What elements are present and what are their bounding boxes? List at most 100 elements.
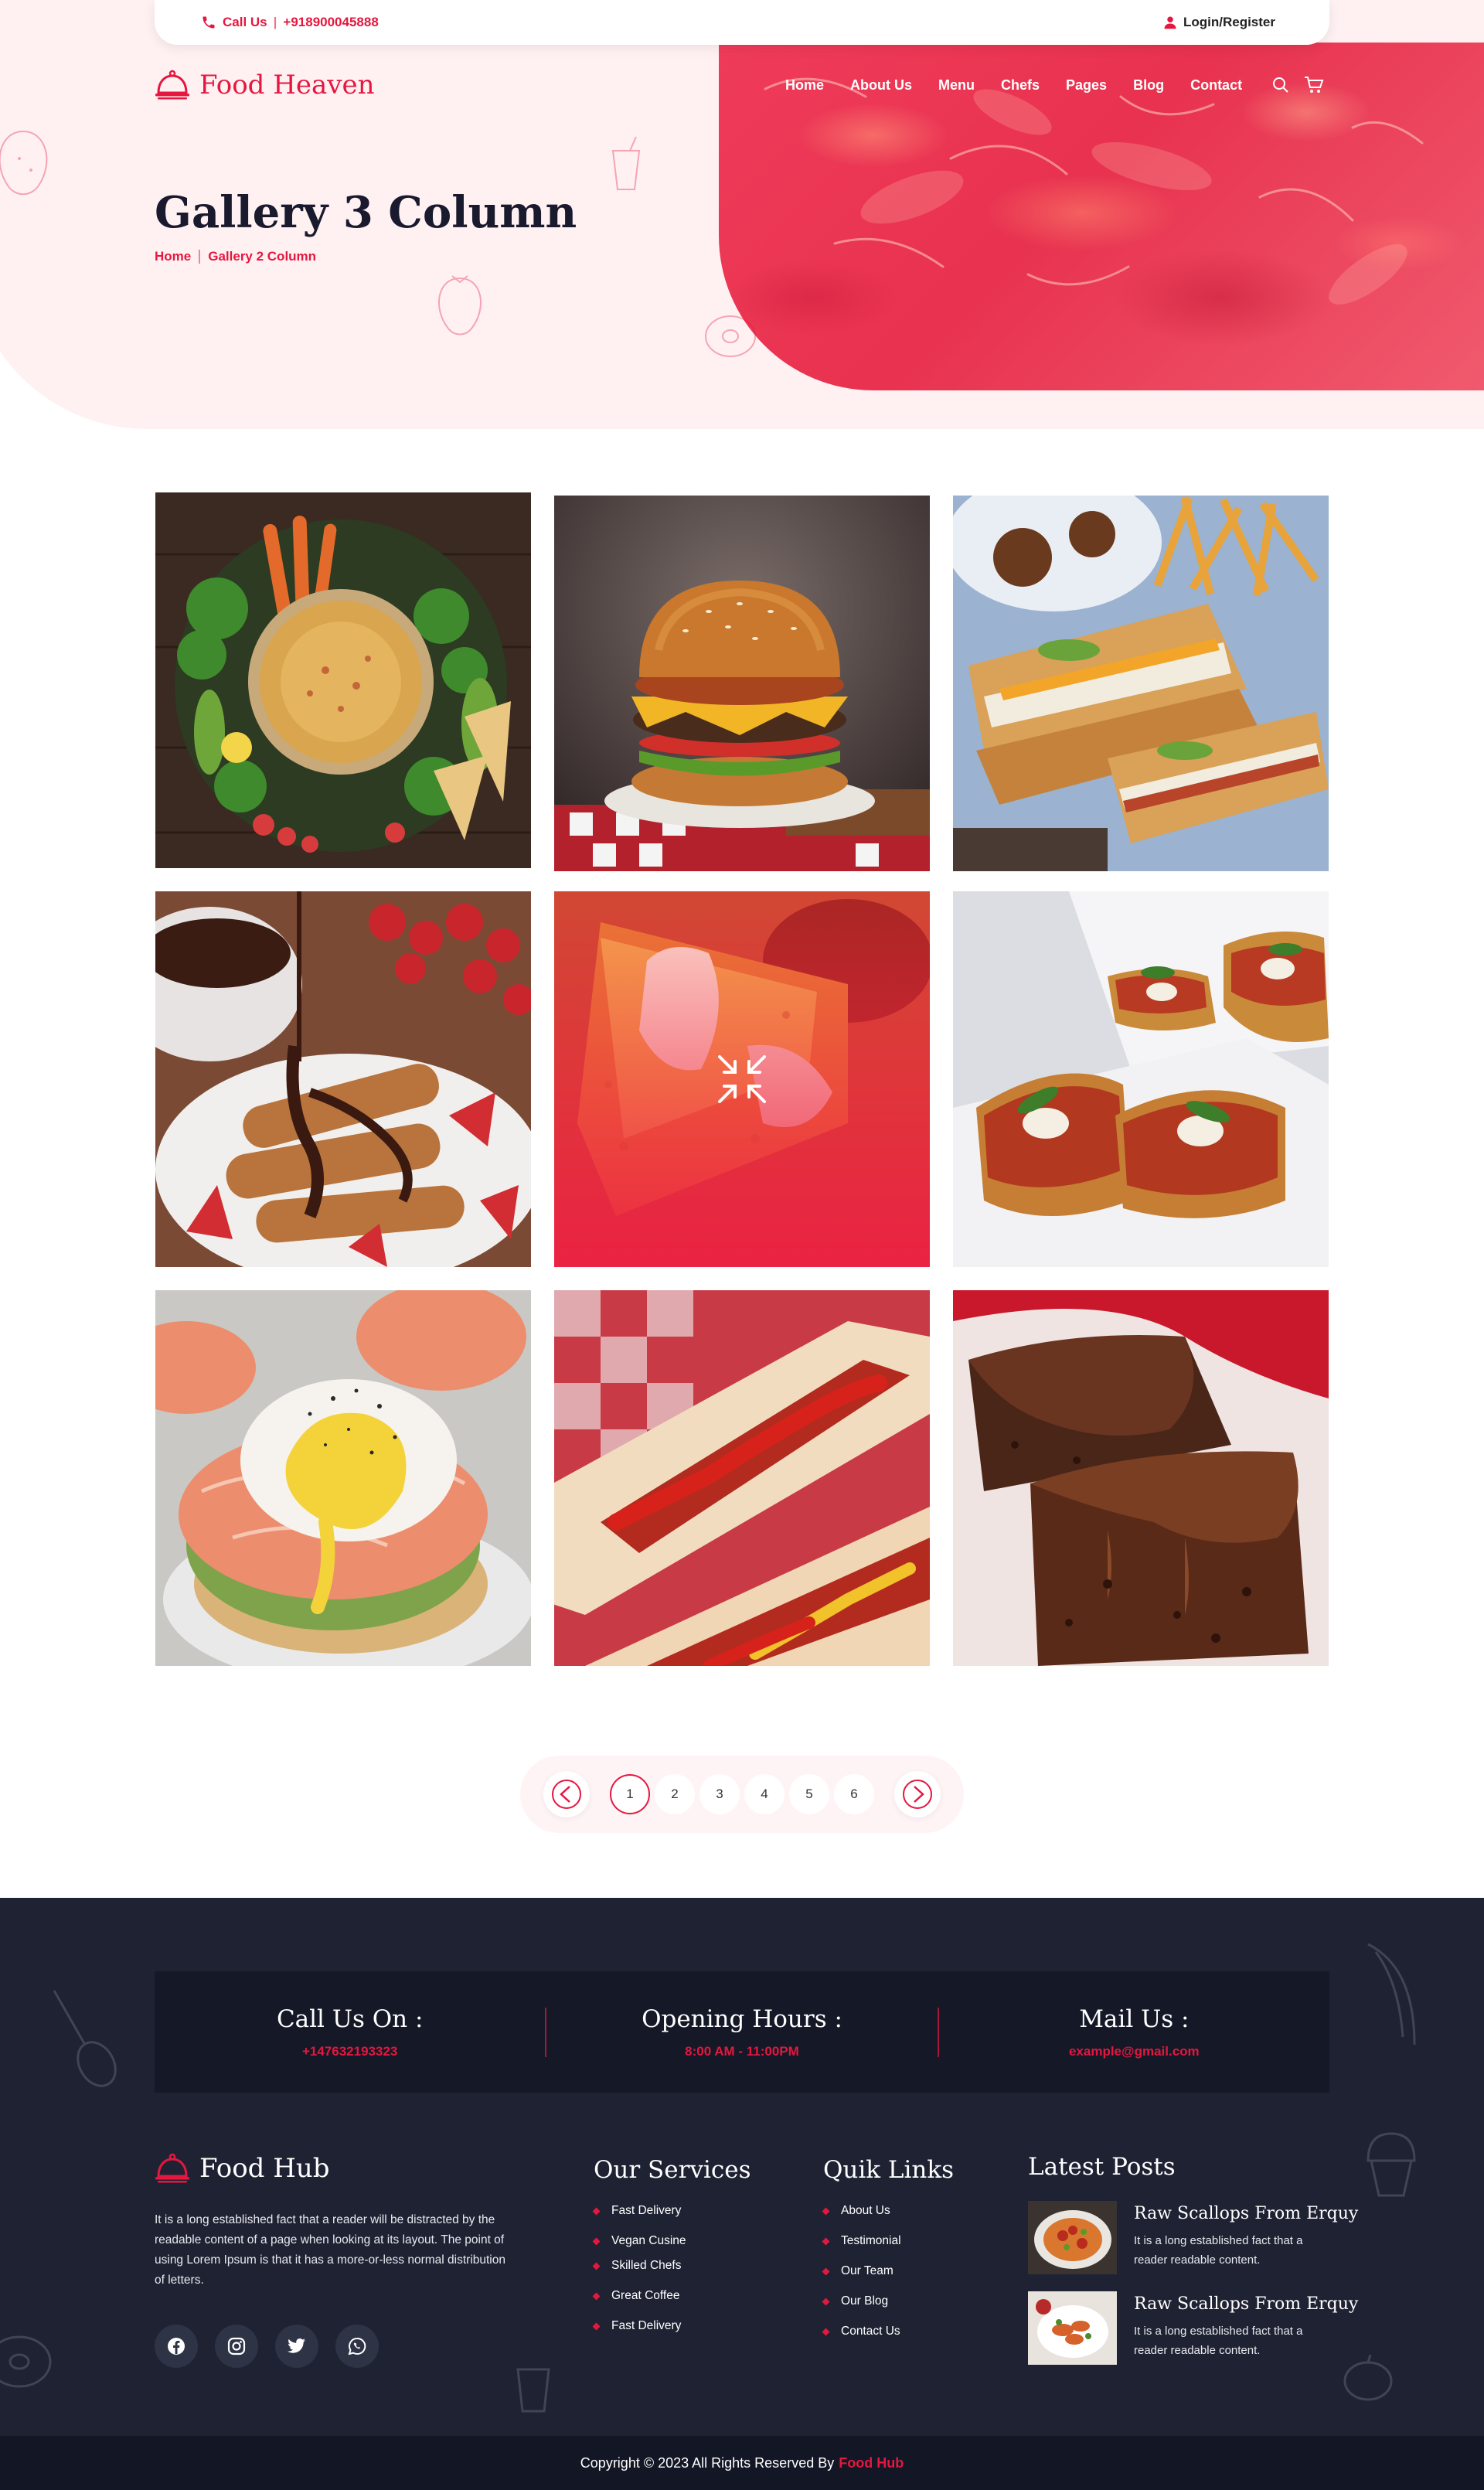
services-title: Our Services [594, 2156, 751, 2184]
whatsapp-icon[interactable] [335, 2325, 379, 2368]
cup-decoration-icon [516, 2368, 550, 2413]
mail-us-block: Mail Us : example@gmail.com [939, 2005, 1329, 2059]
instagram-icon[interactable] [215, 2325, 258, 2368]
strawberry-decoration-icon [438, 275, 482, 336]
quick-link[interactable]: About Us [822, 2204, 954, 2218]
gallery-item[interactable] [554, 1290, 930, 1666]
next-page-button[interactable] [894, 1771, 941, 1817]
diamond-bullet-icon [822, 2207, 830, 2215]
services-item[interactable]: Skilled Chefs [592, 2259, 751, 2273]
pagination: 1 2 3 4 5 6 [520, 1756, 964, 1833]
login-register-link[interactable]: Login/Register [1163, 15, 1275, 30]
gallery-item[interactable] [953, 1290, 1329, 1666]
gallery-item[interactable] [953, 496, 1329, 871]
cloche-icon [155, 2153, 189, 2183]
post-thumbnail [1028, 2291, 1117, 2365]
call-separator: | [273, 15, 277, 29]
post-excerpt: It is a long established fact that a rea… [1134, 2325, 1303, 2357]
footer-links-column: Quik Links About Us Testimonial Our Team… [822, 2156, 954, 2355]
breadcrumb-home[interactable]: Home [155, 249, 191, 264]
mail-us-value[interactable]: example@gmail.com [939, 2044, 1329, 2059]
post-title[interactable]: Raw Scallops From Erquy [1134, 2204, 1358, 2223]
call-us-value[interactable]: +147632193323 [155, 2044, 545, 2059]
latest-post[interactable]: Raw Scallops From Erquy It is a long est… [1028, 2291, 1358, 2365]
gallery-item[interactable] [554, 891, 930, 1267]
nav-menu[interactable]: Menu [938, 77, 975, 94]
services-item-label: Fast Delivery [611, 2204, 682, 2217]
page-4[interactable]: 4 [744, 1774, 785, 1814]
cheeseburger-image [554, 496, 930, 871]
footer-posts-column: Latest Posts Raw Scallops From Erquy It … [1028, 2153, 1358, 2382]
site-footer: Call Us On : +147632193323 Opening Hours… [0, 1898, 1484, 2490]
gallery-hover-overlay[interactable] [554, 891, 930, 1267]
hero-food-photo [719, 43, 1484, 390]
gallery-item[interactable] [155, 891, 531, 1267]
chocolate-crepes-image [155, 891, 531, 1267]
quick-link-label: Testimonial [841, 2234, 901, 2247]
contact-strip: Call Us On : +147632193323 Opening Hours… [155, 1971, 1329, 2093]
quick-link[interactable]: Our Blog [822, 2294, 954, 2308]
facebook-icon[interactable] [155, 2325, 198, 2368]
search-icon[interactable] [1271, 76, 1290, 94]
nav-contact[interactable]: Contact [1190, 77, 1242, 94]
donut-decoration-icon [705, 315, 756, 357]
nav-pages[interactable]: Pages [1066, 77, 1107, 94]
page-title: Gallery 3 Column [155, 187, 577, 238]
services-item[interactable]: Great Coffee [592, 2289, 751, 2303]
diamond-bullet-icon [822, 2328, 830, 2335]
call-info[interactable]: Call Us | +918900045888 [201, 15, 379, 30]
strawberry-decoration-icon [0, 130, 48, 196]
nav-chefs[interactable]: Chefs [1001, 77, 1040, 94]
quick-link[interactable]: Testimonial [822, 2234, 954, 2248]
phone-number[interactable]: +918900045888 [283, 15, 378, 30]
grilled-sandwich-image [953, 496, 1329, 871]
gallery-item[interactable] [554, 496, 930, 871]
diamond-bullet-icon [822, 2298, 830, 2305]
services-item[interactable]: Vegan Cusine [592, 2234, 751, 2248]
compress-icon[interactable] [715, 1052, 769, 1106]
social-links [155, 2325, 379, 2368]
footer-logo[interactable]: Food Hub [155, 2153, 330, 2184]
copyright-bar: Copyright © 2023 All Rights Reserved By … [0, 2436, 1484, 2490]
cart-icon[interactable] [1304, 76, 1324, 94]
quick-link[interactable]: Our Team [822, 2264, 954, 2278]
opening-hours-value: 8:00 AM - 11:00PM [685, 2043, 799, 2059]
latest-posts-title: Latest Posts [1028, 2153, 1176, 2181]
footer-brand-name: Food Hub [199, 2153, 330, 2184]
gallery-item[interactable] [953, 891, 1329, 1267]
gallery-item[interactable] [155, 492, 531, 868]
gallery-item[interactable] [155, 1290, 531, 1666]
page-1[interactable]: 1 [610, 1774, 650, 1814]
services-item-label: Skilled Chefs [611, 2259, 682, 2272]
page-3[interactable]: 3 [699, 1774, 740, 1814]
site-logo[interactable]: Food Heaven [155, 70, 375, 100]
chocolate-brownie-image [953, 1290, 1329, 1666]
quick-link[interactable]: Contact Us [822, 2325, 954, 2338]
poached-egg-salmon-image [155, 1290, 531, 1666]
diamond-bullet-icon [592, 2262, 601, 2270]
page-5[interactable]: 5 [789, 1774, 829, 1814]
services-item[interactable]: Fast Delivery [592, 2204, 751, 2218]
services-item[interactable]: Fast Delivery [592, 2319, 751, 2333]
services-item-label: Fast Delivery [611, 2319, 682, 2332]
top-info-bar: Call Us | +918900045888 Login/Register [155, 0, 1329, 45]
hummus-platter-image [155, 492, 531, 868]
copyright-brand-link[interactable]: Food Hub [839, 2455, 904, 2471]
twitter-icon[interactable] [275, 2325, 318, 2368]
page-2[interactable]: 2 [655, 1774, 695, 1814]
breadcrumb-current: Gallery 2 Column [208, 249, 317, 264]
nav-blog[interactable]: Blog [1133, 77, 1164, 94]
prev-page-button[interactable] [543, 1771, 590, 1817]
latest-post[interactable]: Raw Scallops From Erquy It is a long est… [1028, 2201, 1358, 2274]
chili-decoration-icon [1367, 1943, 1416, 2045]
nav-about-us[interactable]: About Us [850, 77, 912, 94]
diamond-bullet-icon [592, 2292, 601, 2300]
brand-name: Food Heaven [199, 70, 375, 100]
copyright-text: Copyright © 2023 All Rights Reserved By [580, 2454, 835, 2471]
diamond-bullet-icon [822, 2267, 830, 2275]
quick-link-label: Our Blog [841, 2294, 889, 2308]
nav-home[interactable]: Home [785, 77, 824, 94]
page-6[interactable]: 6 [834, 1774, 874, 1814]
post-title[interactable]: Raw Scallops From Erquy [1134, 2294, 1358, 2314]
donut-decoration-icon [0, 2335, 52, 2388]
